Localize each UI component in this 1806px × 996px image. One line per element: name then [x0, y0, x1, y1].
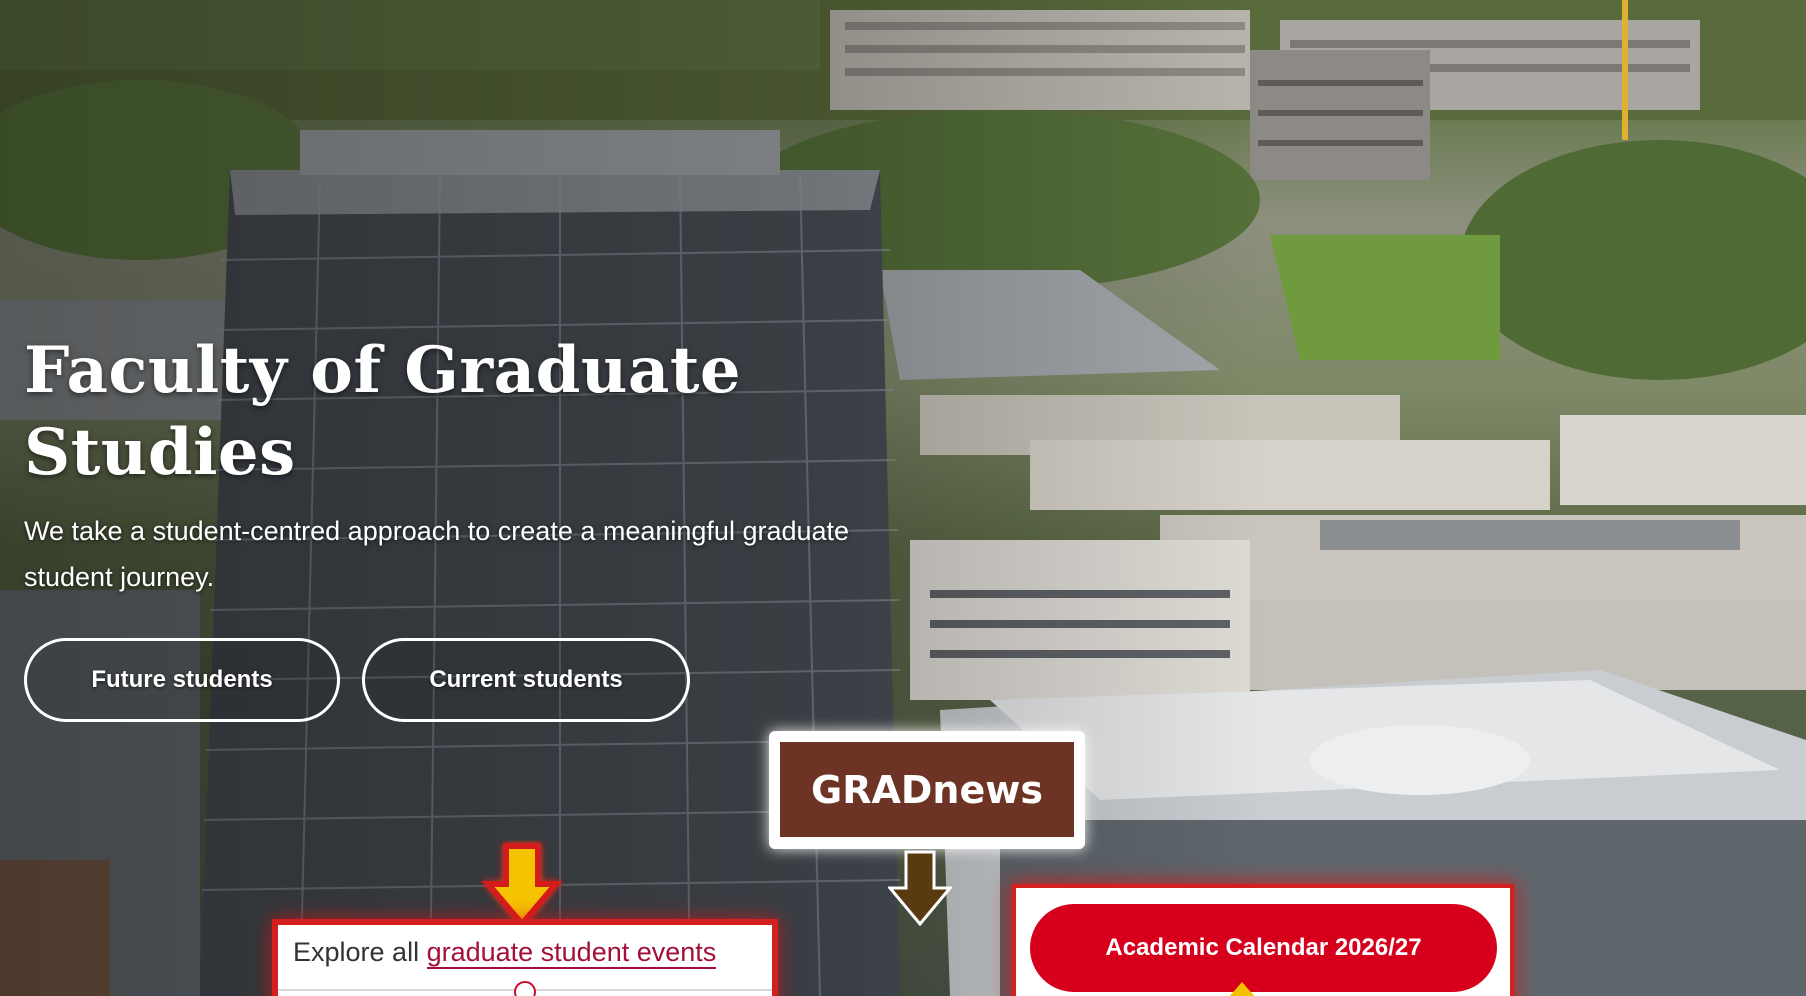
academic-calendar-button[interactable]: Academic Calendar 2026/27: [1030, 904, 1497, 992]
events-text: Explore all graduate student events: [293, 937, 717, 969]
future-students-button[interactable]: Future students: [24, 638, 340, 722]
graduate-student-events-link[interactable]: graduate student events: [426, 937, 717, 969]
hero-subtitle: We take a student-centred approach to cr…: [24, 516, 850, 592]
circle-icon: [514, 981, 536, 996]
events-prefix: Explore all: [293, 937, 427, 967]
arrow-down-icon: [481, 843, 563, 929]
caret-up-icon: [1228, 982, 1256, 996]
page-title: Faculty of Graduate Studies: [24, 333, 742, 490]
arrow-down-icon: [888, 850, 952, 926]
events-link-box: Explore all graduate student events: [278, 925, 772, 996]
gradnews-label: GRADnews: [780, 742, 1074, 837]
current-students-button[interactable]: Current students: [362, 638, 690, 722]
